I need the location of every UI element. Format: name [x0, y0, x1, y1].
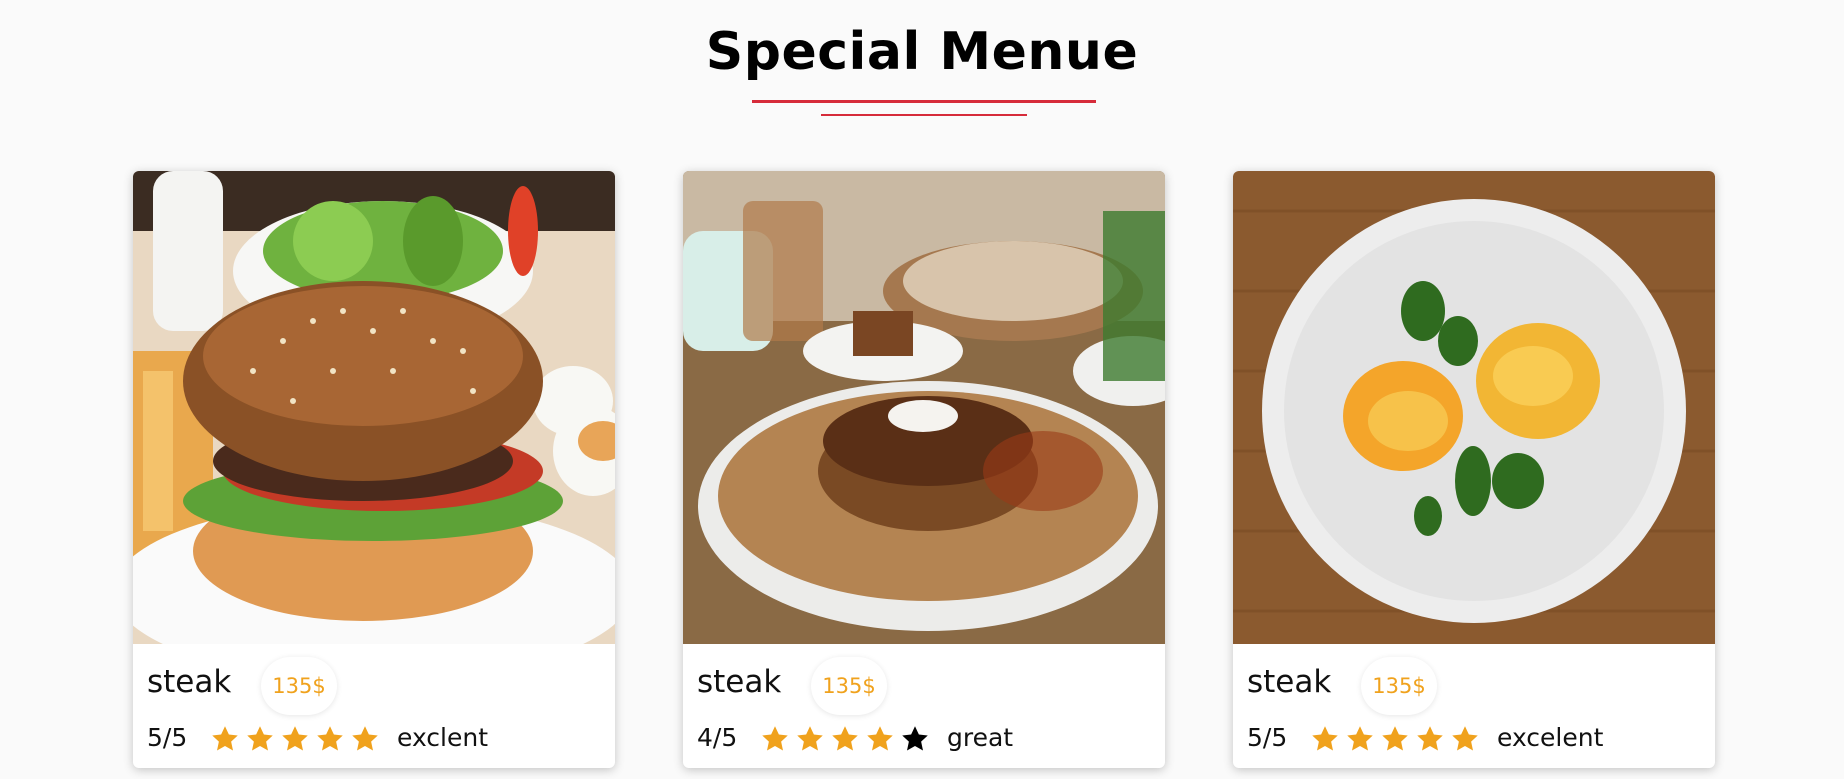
dish-name: steak: [147, 664, 232, 700]
rating-verdict: excelent: [1497, 723, 1604, 752]
star-filled-icon: [277, 723, 312, 755]
price-badge: 135$: [261, 657, 337, 715]
rating-stars: [757, 723, 932, 755]
menu-card-1[interactable]: steak 135$ 5/5 exclent: [133, 171, 615, 768]
title-underline-long: [752, 100, 1096, 103]
star-filled-icon: [312, 723, 347, 755]
rating-score: 5/5: [147, 723, 188, 752]
star-filled-icon: [1307, 723, 1342, 755]
price-badge: 135$: [811, 657, 887, 715]
star-filled-icon: [1412, 723, 1447, 755]
burger-photo: [133, 171, 615, 644]
eggs-benedict-photo: [1233, 171, 1715, 644]
star-filled-icon: [757, 723, 792, 755]
star-filled-icon: [862, 723, 897, 755]
page-title: Special Menue: [705, 22, 1139, 82]
dish-name: steak: [1247, 664, 1332, 700]
star-filled-icon: [242, 723, 277, 755]
menu-card-2[interactable]: steak 135$ 4/5 great: [683, 171, 1165, 768]
dish-name: steak: [697, 664, 782, 700]
star-filled-icon: [1342, 723, 1377, 755]
star-filled-icon: [792, 723, 827, 755]
rating-score: 4/5: [697, 723, 738, 752]
star-filled-icon: [1377, 723, 1412, 755]
menu-card-3[interactable]: steak 135$ 5/5 excelent: [1233, 171, 1715, 768]
rating-verdict: exclent: [397, 723, 489, 752]
rating-stars: [1307, 723, 1482, 755]
pancakes-photo: [683, 171, 1165, 644]
star-empty-icon: [897, 723, 932, 755]
price-badge: 135$: [1361, 657, 1437, 715]
star-filled-icon: [347, 723, 382, 755]
title-underline-short: [821, 114, 1027, 116]
star-filled-icon: [1447, 723, 1482, 755]
star-filled-icon: [827, 723, 862, 755]
rating-score: 5/5: [1247, 723, 1288, 752]
rating-verdict: great: [947, 723, 1014, 752]
rating-stars: [207, 723, 382, 755]
section-header: Special Menue: [0, 0, 1844, 130]
star-filled-icon: [207, 723, 242, 755]
